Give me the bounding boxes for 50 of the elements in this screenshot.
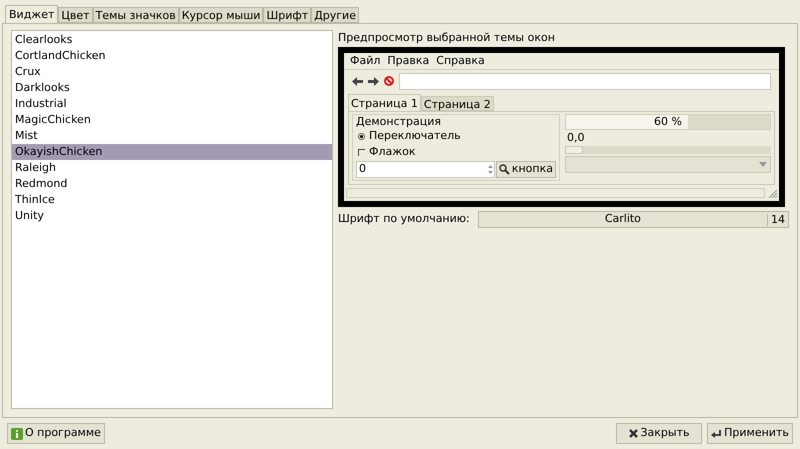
menu-item[interactable]: Справка (436, 52, 485, 70)
info-icon (11, 428, 23, 440)
tab[interactable]: Страница 1 (348, 94, 421, 111)
font-button[interactable]: Carlito 14 (478, 211, 789, 228)
radio-label: Переключатель (369, 128, 461, 144)
list-item[interactable]: CortlandChicken (12, 48, 332, 64)
slider-thumb[interactable] (565, 146, 583, 154)
tab[interactable]: Цвет (58, 7, 93, 23)
tab[interactable]: Виджет (5, 5, 58, 23)
tab[interactable]: Другие (311, 7, 359, 23)
spin-field[interactable]: 0 (356, 161, 495, 178)
address-field[interactable] (399, 72, 771, 90)
stop-icon[interactable] (384, 76, 394, 86)
tab[interactable]: Шрифт (263, 7, 312, 23)
forward-icon[interactable] (368, 76, 379, 86)
menu-item[interactable]: Файл (350, 52, 380, 70)
list-item[interactable]: MagicChicken (12, 112, 332, 128)
progress-label: 60 % (653, 115, 683, 129)
preview-title: Предпросмотр выбранной темы окон (338, 30, 556, 46)
dropdown-icon (759, 162, 767, 167)
back-icon[interactable] (352, 76, 363, 86)
list-item[interactable]: Clearlooks (12, 32, 332, 48)
checkbox[interactable] (358, 148, 365, 156)
group-title: Демонстрация (356, 115, 442, 128)
checkbox-label: Флажок (369, 144, 416, 160)
list-item[interactable]: Darklooks (12, 80, 332, 96)
resize-grip-icon (768, 189, 777, 198)
list-item[interactable]: Unity (12, 208, 332, 224)
list-item[interactable]: Mist (12, 128, 332, 144)
list-item[interactable]: Redmond (12, 176, 332, 192)
close-button[interactable]: Закрыть (616, 423, 702, 444)
menu-item[interactable]: Правка (387, 52, 430, 70)
list-item[interactable]: Crux (12, 64, 332, 80)
list-item[interactable]: ThinIce (12, 192, 332, 208)
radio-button[interactable] (358, 132, 365, 140)
tab[interactable]: Темы значков (92, 7, 179, 23)
spin-arrows-icon[interactable] (486, 163, 494, 176)
tab[interactable]: Курсор мыши (178, 7, 264, 23)
list-item[interactable]: Industrial (12, 96, 332, 112)
about-button[interactable]: О программе (7, 423, 105, 444)
search-icon (498, 164, 510, 175)
scale-value: 0,0 (566, 132, 586, 144)
close-icon (628, 429, 638, 438)
tab[interactable]: Страница 2 (420, 96, 494, 111)
font-label: Шрифт по умолчанию: (338, 211, 470, 228)
apply-button[interactable]: Применить (707, 423, 793, 444)
list-item[interactable]: OkayishChicken (12, 144, 332, 160)
return-arrow-icon (711, 430, 722, 438)
list-item[interactable]: Raleigh (12, 160, 332, 176)
search-button[interactable]: кнопка (496, 161, 556, 178)
